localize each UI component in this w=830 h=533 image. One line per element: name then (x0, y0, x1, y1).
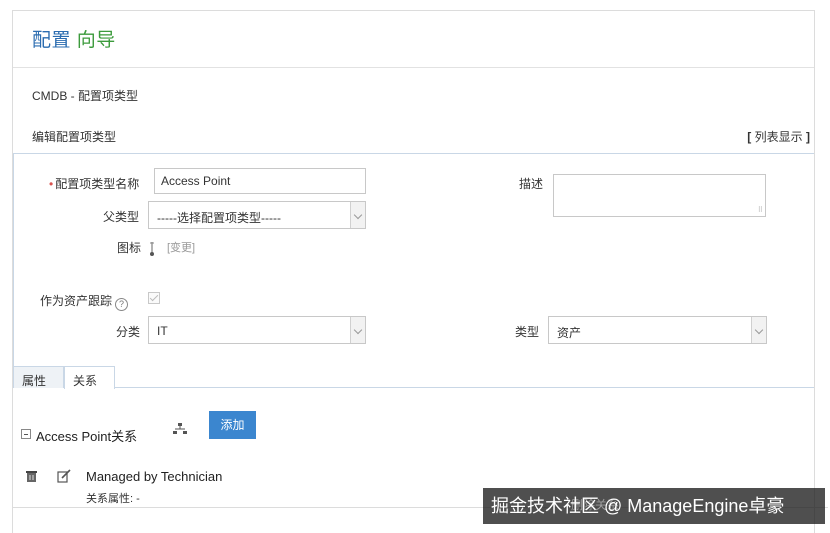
watermark: 删除关系 掘金技术社区 @ ManageEngine卓豪 (483, 488, 825, 524)
section-title: 编辑配置项类型 (32, 130, 117, 144)
track-as-asset-checkbox[interactable] (148, 292, 160, 304)
tab-relationships[interactable]: 关系 (64, 366, 115, 389)
category-value: IT (157, 324, 168, 338)
wizard-frame: 配置 向导 CMDB - 配置项类型 编辑配置项类型 [ 列表显示 ] • 配置项… (12, 10, 815, 533)
relationship-group-title: Access Point关系 (36, 429, 138, 444)
name-input[interactable] (154, 168, 366, 194)
description-textarea[interactable]: ⠿ (553, 174, 766, 217)
name-label: • 配置项类型名称 (49, 177, 140, 191)
add-relationship-button[interactable]: 添加 (209, 411, 256, 439)
change-icon-link[interactable]: [变更] (167, 239, 195, 255)
wizard-title-part2: 向导 (76, 30, 116, 51)
title-divider (13, 67, 814, 68)
breadcrumb: CMDB - 配置项类型 (32, 89, 138, 103)
category-label: 分类 (116, 325, 141, 339)
track-as-asset-label: 作为资产跟踪? (40, 292, 129, 311)
list-view-label[interactable]: 列表显示 (755, 130, 803, 144)
chevron-down-icon[interactable] (350, 202, 365, 228)
chevron-down-icon[interactable] (350, 317, 365, 343)
parent-type-value: -----选择配置项类型----- (157, 211, 281, 225)
watermark-text: 掘金技术社区 @ ManageEngine卓豪 (491, 496, 785, 516)
help-icon[interactable]: ? (115, 298, 129, 311)
list-view-link[interactable]: [ 列表显示 ] (747, 128, 810, 145)
edit-icon[interactable] (57, 469, 71, 483)
type-select[interactable]: 资产 (548, 316, 767, 344)
relationship-name: Managed by Technician (86, 469, 223, 484)
wizard-title-part1: 配置 (32, 30, 72, 51)
type-value: 资产 (557, 326, 582, 340)
resize-grip-icon[interactable]: ⠿ (758, 207, 763, 214)
parent-type-label: 父类型 (103, 210, 140, 224)
access-point-icon (150, 242, 154, 256)
hierarchy-icon[interactable] (173, 423, 187, 435)
category-select[interactable]: IT (148, 316, 366, 344)
collapse-icon[interactable] (21, 429, 31, 439)
tab-divider (13, 387, 814, 388)
parent-type-select[interactable]: -----选择配置项类型----- (148, 201, 366, 229)
description-label: 描述 (519, 177, 544, 191)
relationship-attributes: 关系属性: - (86, 493, 140, 505)
delete-icon[interactable] (25, 470, 38, 483)
required-marker: • (49, 177, 54, 191)
chevron-down-icon[interactable] (751, 317, 766, 343)
type-label: 类型 (515, 325, 540, 339)
wizard-title: 配置 向导 (32, 25, 116, 52)
tab-attributes[interactable]: 属性 (13, 366, 64, 388)
icon-label: 图标 (117, 241, 142, 255)
